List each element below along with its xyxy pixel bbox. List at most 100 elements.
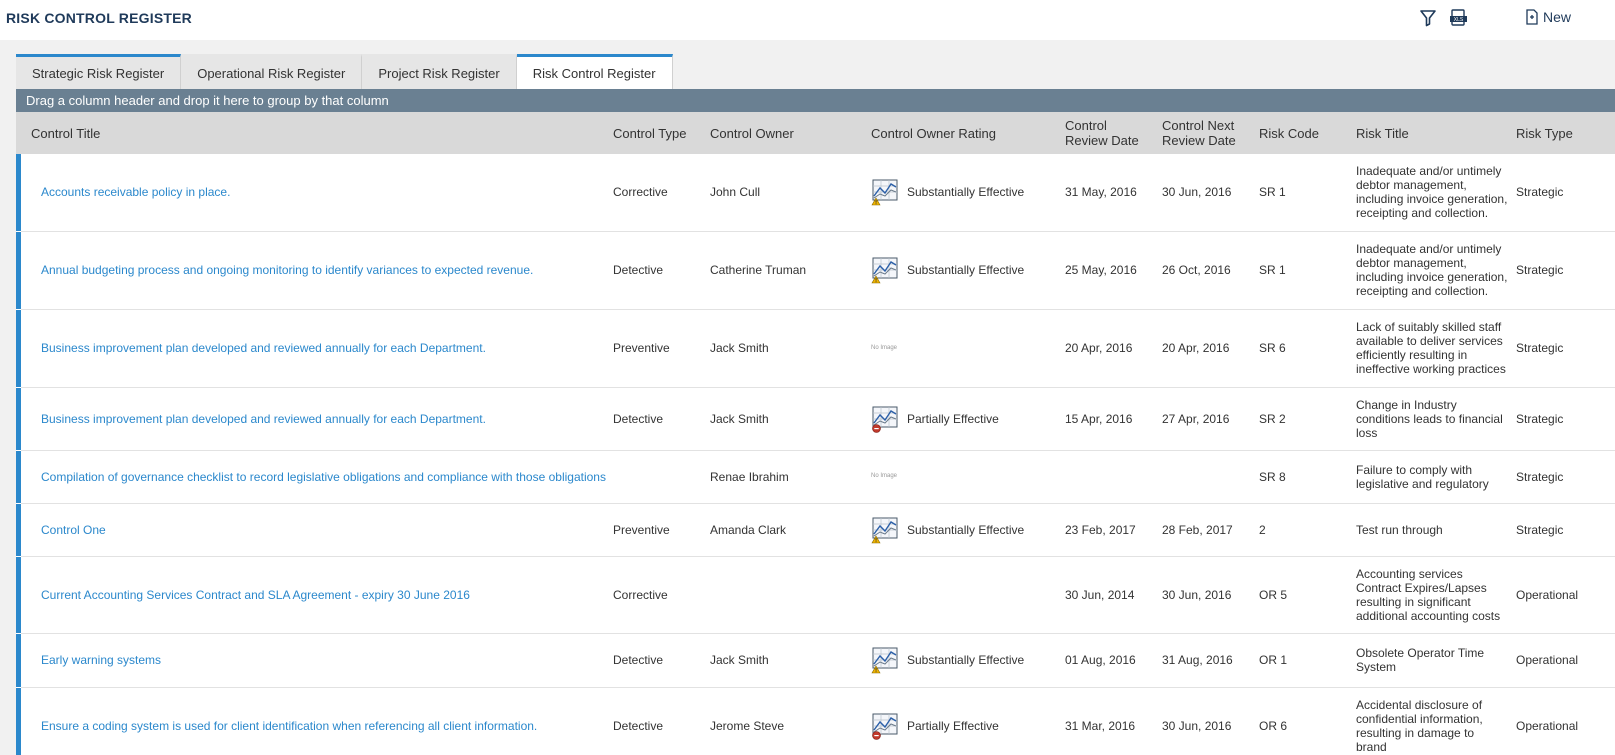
new-document-icon bbox=[1526, 9, 1538, 25]
column-header-control-type[interactable]: Control Type bbox=[613, 112, 710, 154]
control-owner-cell: Amanda Clark bbox=[710, 503, 871, 557]
next-review-date-cell: 26 Oct, 2016 bbox=[1162, 231, 1259, 310]
review-date-cell bbox=[1065, 450, 1162, 504]
column-header-control-review-date[interactable]: Control Review Date bbox=[1065, 112, 1162, 154]
control-owner-rating-cell: No Image bbox=[871, 450, 1065, 504]
next-review-date-cell: 28 Feb, 2017 bbox=[1162, 503, 1259, 557]
control-title-link[interactable]: Compilation of governance checklist to r… bbox=[41, 470, 606, 484]
control-title-link[interactable]: Early warning systems bbox=[41, 653, 161, 667]
table-row[interactable]: Control One Preventive Amanda Clark Substan… bbox=[16, 503, 1615, 557]
column-header-risk-title[interactable]: Risk Title bbox=[1356, 112, 1516, 154]
table-row[interactable]: Current Accounting Services Contract and… bbox=[16, 556, 1615, 634]
rating-cell: Partially Effective bbox=[871, 405, 1065, 433]
risk-code-cell: SR 6 bbox=[1259, 309, 1356, 388]
table-row[interactable]: Annual budgeting process and ongoing mon… bbox=[16, 231, 1615, 310]
rating-label: Substantially Effective bbox=[907, 522, 1025, 537]
rating-chart-warning-icon bbox=[871, 647, 898, 674]
review-date-cell: 23 Feb, 2017 bbox=[1065, 503, 1162, 557]
column-header-risk-type[interactable]: Risk Type bbox=[1516, 112, 1615, 154]
review-date-cell: 30 Jun, 2014 bbox=[1065, 556, 1162, 634]
control-title-link[interactable]: Annual budgeting process and ongoing mon… bbox=[41, 263, 533, 277]
tab-strategic-risk-register[interactable]: Strategic Risk Register bbox=[16, 54, 182, 90]
risk-title-cell: Obsolete Operator Time System bbox=[1356, 633, 1516, 688]
tab-operational-risk-register[interactable]: Operational Risk Register bbox=[181, 54, 363, 90]
control-title-link[interactable]: Ensure a coding system is used for clien… bbox=[41, 719, 537, 733]
rating-chart-warning-icon bbox=[871, 517, 898, 543]
control-owner-cell bbox=[710, 556, 871, 634]
risk-type-cell: Strategic bbox=[1516, 387, 1615, 451]
table-row[interactable]: Accounts receivable policy in place. Corr… bbox=[16, 154, 1615, 232]
rating-label: Substantially Effective bbox=[907, 263, 1025, 277]
column-header-control-owner[interactable]: Control Owner bbox=[710, 112, 871, 154]
column-header-control-title[interactable]: Control Title bbox=[21, 112, 613, 154]
tab-risk-control-register[interactable]: Risk Control Register bbox=[516, 54, 673, 90]
column-header-control-next-review-date[interactable]: Control Next Review Date bbox=[1162, 112, 1259, 154]
group-by-drop-zone[interactable]: Drag a column header and drop it here to… bbox=[16, 89, 1615, 112]
control-title-link[interactable]: Business improvement plan developed and … bbox=[41, 412, 486, 426]
risk-title-cell: Lack of suitably skilled staff available… bbox=[1356, 309, 1516, 388]
control-title-cell: Business improvement plan developed and … bbox=[21, 387, 613, 451]
control-owner-rating-cell: Substantially Effective bbox=[871, 231, 1065, 310]
next-review-date-cell: 20 Apr, 2016 bbox=[1162, 309, 1259, 388]
column-header-risk-code[interactable]: Risk Code bbox=[1259, 112, 1356, 154]
control-type-cell bbox=[613, 450, 710, 504]
control-title-link[interactable]: Business improvement plan developed and … bbox=[41, 341, 486, 355]
risk-title-cell: Failure to comply with legislative and r… bbox=[1356, 450, 1516, 504]
risk-control-grid: Control Title Control Type Control Owner… bbox=[16, 112, 1615, 755]
rating-cell: Substantially Effective bbox=[871, 256, 1065, 284]
review-date-cell: 01 Aug, 2016 bbox=[1065, 633, 1162, 688]
next-review-date-cell: 30 Jun, 2016 bbox=[1162, 687, 1259, 755]
risk-type-cell: Strategic bbox=[1516, 231, 1615, 310]
risk-code-cell: OR 1 bbox=[1259, 633, 1356, 688]
table-row[interactable]: Ensure a coding system is used for clien… bbox=[16, 687, 1615, 755]
next-review-date-cell: 27 Apr, 2016 bbox=[1162, 387, 1259, 451]
risk-code-cell: OR 6 bbox=[1259, 687, 1356, 755]
rating-label: Substantially Effective bbox=[907, 185, 1025, 200]
control-type-cell: Preventive bbox=[613, 309, 710, 388]
control-title-link[interactable]: Control One bbox=[41, 523, 106, 537]
control-title-link[interactable]: Current Accounting Services Contract and… bbox=[41, 588, 470, 602]
export-xls-icon[interactable]: XLS bbox=[1449, 9, 1469, 27]
control-type-cell: Detective bbox=[613, 231, 710, 310]
header-line: Control Next bbox=[1162, 118, 1235, 133]
control-owner-rating-cell: Substantially Effective bbox=[871, 154, 1065, 232]
risk-type-cell: Operational bbox=[1516, 633, 1615, 688]
review-date-cell: 25 May, 2016 bbox=[1065, 231, 1162, 310]
table-row[interactable]: Early warning systems Detective Jack Smith… bbox=[16, 633, 1615, 688]
risk-type-cell: Strategic bbox=[1516, 309, 1615, 388]
risk-code-cell: 2 bbox=[1259, 503, 1356, 557]
new-button-label: New bbox=[1543, 9, 1572, 25]
no-image-placeholder: No Image bbox=[871, 344, 898, 351]
review-date-cell: 20 Apr, 2016 bbox=[1065, 309, 1162, 388]
control-owner-cell: Jerome Steve bbox=[710, 687, 871, 755]
control-owner-rating-cell: Substantially Effective bbox=[871, 633, 1065, 688]
table-row[interactable]: Business improvement plan developed and … bbox=[16, 309, 1615, 388]
new-button[interactable]: New bbox=[1525, 9, 1571, 25]
control-owner-cell: John Cull bbox=[710, 154, 871, 232]
table-row[interactable]: Business improvement plan developed and … bbox=[16, 387, 1615, 451]
control-title-cell: Early warning systems bbox=[21, 633, 613, 688]
rating-cell: Substantially Effective bbox=[871, 178, 1065, 206]
rating-label: Substantially Effective bbox=[907, 653, 1025, 667]
header-line: Review Date bbox=[1065, 133, 1139, 148]
control-title-cell: Compilation of governance checklist to r… bbox=[21, 450, 613, 504]
table-row[interactable]: Compilation of governance checklist to r… bbox=[16, 450, 1615, 504]
control-owner-cell: Jack Smith bbox=[710, 309, 871, 388]
risk-type-cell: Operational bbox=[1516, 687, 1615, 755]
control-owner-cell: Renae Ibrahim bbox=[710, 450, 871, 504]
control-title-link[interactable]: Accounts receivable policy in place. bbox=[41, 185, 230, 199]
rating-cell: Substantially Effective bbox=[871, 646, 1065, 674]
risk-code-cell: SR 8 bbox=[1259, 450, 1356, 504]
tab-project-risk-register[interactable]: Project Risk Register bbox=[362, 54, 517, 90]
rating-chart-stop-icon bbox=[872, 713, 898, 740]
control-type-cell: Preventive bbox=[613, 503, 710, 557]
next-review-date-cell: 31 Aug, 2016 bbox=[1162, 633, 1259, 688]
filter-icon[interactable] bbox=[1419, 9, 1437, 27]
risk-title-cell: Accounting services Contract Expires/Lap… bbox=[1356, 556, 1516, 634]
column-header-control-owner-rating[interactable]: Control Owner Rating bbox=[871, 112, 1065, 154]
next-review-date-cell: 30 Jun, 2016 bbox=[1162, 154, 1259, 232]
risk-type-cell: Strategic bbox=[1516, 503, 1615, 557]
control-owner-rating-cell: Substantially Effective bbox=[871, 503, 1065, 557]
risk-type-cell: Operational bbox=[1516, 556, 1615, 634]
risk-code-cell: SR 1 bbox=[1259, 154, 1356, 232]
